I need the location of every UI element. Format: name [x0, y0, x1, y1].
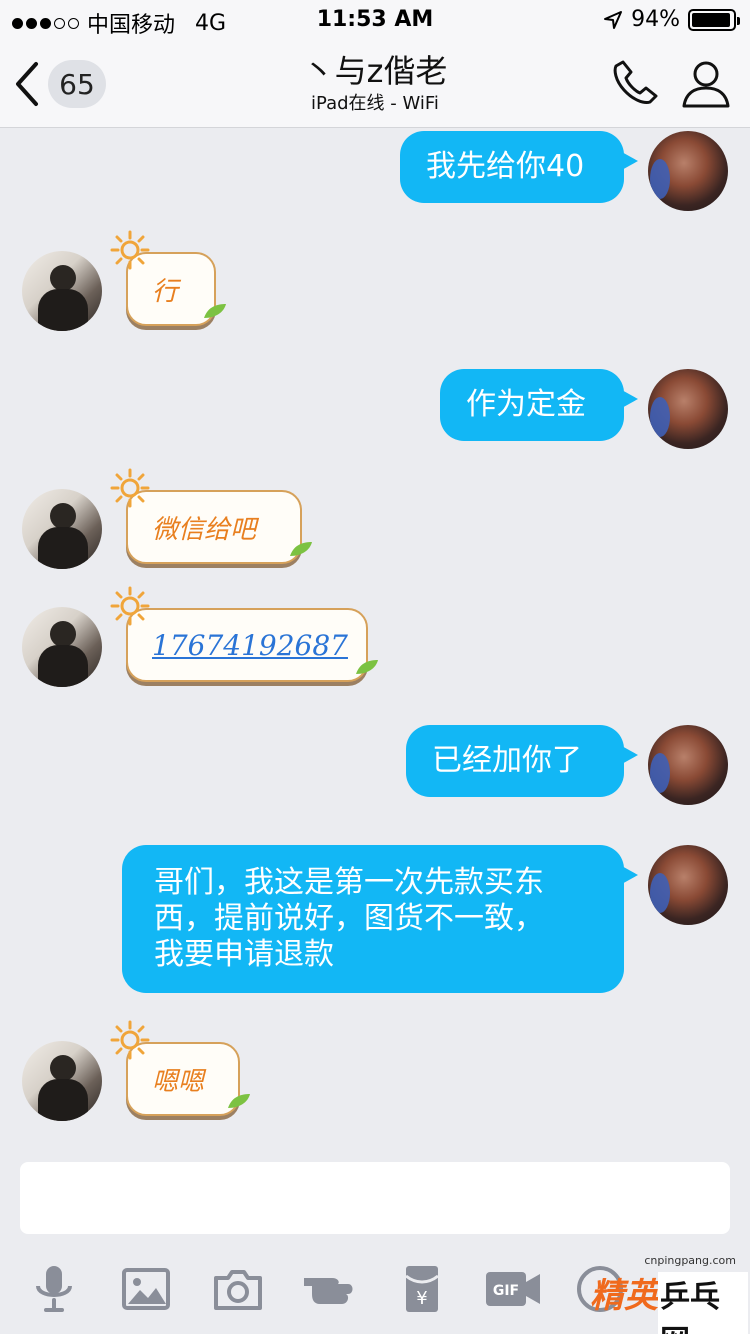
sun-decoration-icon [110, 468, 150, 508]
phone-icon[interactable] [606, 58, 662, 110]
message-bubble[interactable]: 已经加你了 [406, 725, 638, 797]
contact-name: 丶与z偕老 [302, 52, 448, 90]
chat-title-area[interactable]: 丶与z偕老 iPad在线 - WiFi [150, 50, 600, 116]
microphone-icon[interactable] [28, 1264, 80, 1314]
contact-avatar[interactable] [22, 1041, 102, 1121]
contact-avatar[interactable] [22, 607, 102, 687]
watermark-brand-a: 精英 [590, 1276, 658, 1316]
chat-header: 65 丶与z偕老 iPad在线 - WiFi [0, 40, 750, 128]
battery-percent: 94% [631, 7, 680, 32]
sun-decoration-icon [110, 1020, 150, 1060]
leaf-decoration-icon [356, 660, 378, 674]
contact-profile-icon[interactable] [678, 58, 734, 110]
contact-avatar[interactable] [22, 251, 102, 331]
gif-icon[interactable]: GIF [484, 1264, 542, 1314]
leaf-decoration-icon [290, 542, 312, 556]
message-line: 哥们，我这是第一次先款买东 [154, 865, 544, 900]
message-text: 嗯嗯 [152, 1066, 205, 1097]
chevron-left-icon [16, 62, 38, 106]
phone-number-link[interactable]: 17674192687 [152, 629, 348, 662]
contact-avatar[interactable] [22, 489, 102, 569]
message-bubble[interactable]: 17674192687 [110, 586, 378, 682]
leaf-decoration-icon [228, 1094, 250, 1108]
my-avatar[interactable] [648, 845, 728, 925]
message-bubble[interactable]: 作为定金 [440, 369, 638, 441]
my-avatar[interactable] [648, 369, 728, 449]
gif-label: GIF [493, 1283, 519, 1299]
message-line: 西，提前说好，图货不一致， [154, 901, 544, 936]
location-arrow-icon [604, 10, 623, 29]
red-packet-icon[interactable]: ¥ [396, 1264, 448, 1314]
status-bar: 中国移动 4G 11:53 AM 94% [0, 0, 750, 40]
message-text: 行 [152, 276, 179, 307]
message-line: 我要申请退款 [154, 937, 334, 972]
image-icon[interactable] [120, 1264, 172, 1314]
message-bubble[interactable]: 行 [110, 230, 226, 326]
yuan-symbol: ¥ [416, 1288, 427, 1309]
message-input[interactable] [20, 1162, 730, 1234]
message-text: 微信给吧 [152, 514, 257, 545]
back-button[interactable]: 65 [12, 56, 112, 112]
sun-decoration-icon [110, 586, 150, 626]
contact-online-status: iPad在线 - WiFi [311, 93, 439, 114]
leaf-decoration-icon [204, 304, 226, 318]
battery-icon [688, 8, 740, 31]
camera-icon[interactable] [212, 1264, 264, 1314]
message-bubble[interactable]: 哥们，我这是第一次先款买东 西，提前说好，图货不一致， 我要申请退款 [122, 845, 638, 993]
watermark-brand-b: 乒乓网 [658, 1272, 748, 1334]
message-bubble[interactable]: 微信给吧 [110, 468, 312, 564]
watermark-url: cnpingpang.com [644, 1254, 736, 1267]
watermark-logo: cnpingpang.com 精英 乒乓网 [568, 1250, 748, 1334]
message-bubble[interactable]: 嗯嗯 [110, 1020, 250, 1116]
my-avatar[interactable] [648, 131, 728, 211]
message-bubble[interactable]: 我先给你40 [400, 131, 638, 203]
sun-decoration-icon [110, 230, 150, 270]
unread-count-badge: 65 [48, 60, 106, 108]
poke-icon[interactable] [302, 1264, 354, 1314]
my-avatar[interactable] [648, 725, 728, 805]
